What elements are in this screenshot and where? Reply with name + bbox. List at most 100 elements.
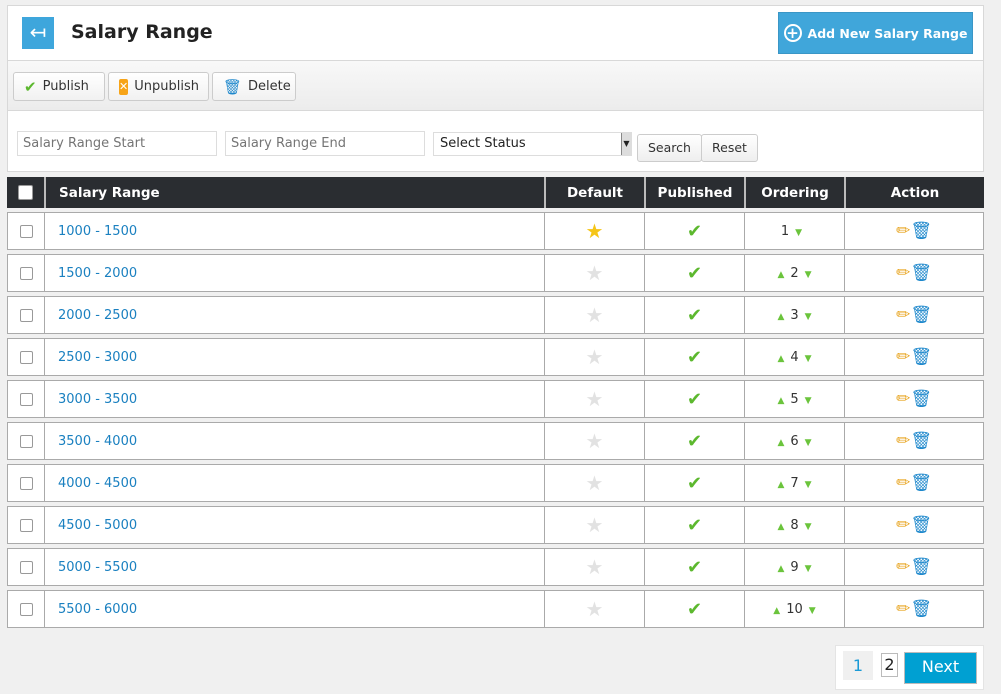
delete-trash-icon[interactable]: 🗑 <box>910 305 932 325</box>
action-cell: ✏🗑 <box>844 380 984 418</box>
move-up-icon[interactable]: ▲ <box>777 270 784 280</box>
not-default-star-icon[interactable]: ★ <box>586 261 604 285</box>
default-cell: ★ <box>544 506 644 544</box>
search-button[interactable]: Search <box>637 134 702 162</box>
move-down-icon[interactable]: ▼ <box>805 312 812 322</box>
delete-button[interactable]: 🗑 Delete <box>212 72 296 101</box>
move-up-icon[interactable]: ▲ <box>777 480 784 490</box>
salary-range-link[interactable]: 5000 - 5500 <box>44 548 544 586</box>
row-checkbox[interactable] <box>19 392 33 406</box>
move-up-icon[interactable]: ▲ <box>777 312 784 322</box>
select-all-checkbox[interactable] <box>18 185 33 200</box>
delete-trash-icon[interactable]: 🗑 <box>910 221 932 241</box>
move-down-icon[interactable]: ▼ <box>809 606 816 616</box>
row-checkbox[interactable] <box>19 476 33 490</box>
published-check-icon[interactable]: ✔ <box>687 263 702 284</box>
not-default-star-icon[interactable]: ★ <box>586 555 604 579</box>
delete-trash-icon[interactable]: 🗑 <box>910 431 932 451</box>
move-down-icon[interactable]: ▼ <box>805 396 812 406</box>
not-default-star-icon[interactable]: ★ <box>586 387 604 411</box>
row-checkbox[interactable] <box>19 560 33 574</box>
move-up-icon[interactable]: ▲ <box>777 354 784 364</box>
move-down-icon[interactable]: ▼ <box>805 438 812 448</box>
move-up-icon[interactable]: ▲ <box>777 564 784 574</box>
row-checkbox[interactable] <box>19 224 33 238</box>
row-checkbox[interactable] <box>19 602 33 616</box>
salary-range-link[interactable]: 2000 - 2500 <box>44 296 544 334</box>
published-check-icon[interactable]: ✔ <box>687 599 702 620</box>
delete-trash-icon[interactable]: 🗑 <box>910 515 932 535</box>
page-2[interactable]: 2 <box>881 653 898 677</box>
move-down-icon[interactable]: ▼ <box>805 522 812 532</box>
row-checkbox[interactable] <box>19 350 33 364</box>
move-down-icon[interactable]: ▼ <box>805 270 812 280</box>
order-number: 8 <box>790 517 799 533</box>
not-default-star-icon[interactable]: ★ <box>586 303 604 327</box>
move-down-icon[interactable]: ▼ <box>795 228 802 238</box>
not-default-star-icon[interactable]: ★ <box>586 471 604 495</box>
published-check-icon[interactable]: ✔ <box>687 473 702 494</box>
edit-pencil-icon[interactable]: ✏ <box>896 557 910 577</box>
delete-trash-icon[interactable]: 🗑 <box>910 473 932 493</box>
edit-pencil-icon[interactable]: ✏ <box>896 221 910 241</box>
row-checkbox[interactable] <box>19 518 33 532</box>
default-cell: ★ <box>544 380 644 418</box>
delete-trash-icon[interactable]: 🗑 <box>910 347 932 367</box>
not-default-star-icon[interactable]: ★ <box>586 429 604 453</box>
delete-trash-icon[interactable]: 🗑 <box>910 263 932 283</box>
move-down-icon[interactable]: ▼ <box>805 564 812 574</box>
salary-range-link[interactable]: 5500 - 6000 <box>44 590 544 628</box>
move-up-icon[interactable]: ▲ <box>777 438 784 448</box>
back-button[interactable]: ↤ <box>22 17 54 49</box>
edit-pencil-icon[interactable]: ✏ <box>896 599 910 619</box>
published-check-icon[interactable]: ✔ <box>687 221 702 242</box>
page-1[interactable]: 1 <box>843 651 873 680</box>
move-up-icon[interactable]: ▲ <box>773 606 780 616</box>
next-page-button[interactable]: Next <box>904 652 977 684</box>
salary-range-link[interactable]: 3500 - 4000 <box>44 422 544 460</box>
salary-range-link[interactable]: 2500 - 3000 <box>44 338 544 376</box>
table-row: 2000 - 2500 ★ ✔ ▲ 3 ▼ ✏🗑 <box>7 296 984 334</box>
salary-range-link[interactable]: 3000 - 3500 <box>44 380 544 418</box>
row-checkbox[interactable] <box>19 434 33 448</box>
unpublish-button[interactable]: ✕ Unpublish <box>108 72 209 101</box>
edit-pencil-icon[interactable]: ✏ <box>896 347 910 367</box>
salary-range-start-input[interactable] <box>17 131 217 156</box>
delete-trash-icon[interactable]: 🗑 <box>910 389 932 409</box>
edit-pencil-icon[interactable]: ✏ <box>896 473 910 493</box>
not-default-star-icon[interactable]: ★ <box>586 597 604 621</box>
reset-button[interactable]: Reset <box>701 134 758 162</box>
row-checkbox[interactable] <box>19 266 33 280</box>
default-star-icon[interactable]: ★ <box>586 219 604 243</box>
edit-pencil-icon[interactable]: ✏ <box>896 389 910 409</box>
salary-range-end-input[interactable] <box>225 131 425 156</box>
published-check-icon[interactable]: ✔ <box>687 389 702 410</box>
edit-pencil-icon[interactable]: ✏ <box>896 305 910 325</box>
published-check-icon[interactable]: ✔ <box>687 431 702 452</box>
row-checkbox[interactable] <box>19 308 33 322</box>
move-down-icon[interactable]: ▼ <box>805 480 812 490</box>
salary-range-link[interactable]: 4000 - 4500 <box>44 464 544 502</box>
salary-range-link[interactable]: 1500 - 2000 <box>44 254 544 292</box>
published-check-icon[interactable]: ✔ <box>687 305 702 326</box>
delete-trash-icon[interactable]: 🗑 <box>910 599 932 619</box>
not-default-star-icon[interactable]: ★ <box>586 513 604 537</box>
edit-pencil-icon[interactable]: ✏ <box>896 263 910 283</box>
salary-range-link[interactable]: 1000 - 1500 <box>44 212 544 250</box>
published-check-icon[interactable]: ✔ <box>687 557 702 578</box>
edit-pencil-icon[interactable]: ✏ <box>896 431 910 451</box>
publish-button[interactable]: ✔ Publish <box>13 72 105 101</box>
row-checkbox-cell <box>7 548 44 586</box>
move-up-icon[interactable]: ▲ <box>777 396 784 406</box>
salary-range-link[interactable]: 4500 - 5000 <box>44 506 544 544</box>
default-cell: ★ <box>544 422 644 460</box>
move-up-icon[interactable]: ▲ <box>777 522 784 532</box>
add-new-salary-range-button[interactable]: + Add New Salary Range <box>778 12 973 54</box>
published-check-icon[interactable]: ✔ <box>687 515 702 536</box>
delete-trash-icon[interactable]: 🗑 <box>910 557 932 577</box>
published-check-icon[interactable]: ✔ <box>687 347 702 368</box>
move-down-icon[interactable]: ▼ <box>805 354 812 364</box>
status-select[interactable]: Select Status ▼ <box>433 132 632 156</box>
not-default-star-icon[interactable]: ★ <box>586 345 604 369</box>
edit-pencil-icon[interactable]: ✏ <box>896 515 910 535</box>
